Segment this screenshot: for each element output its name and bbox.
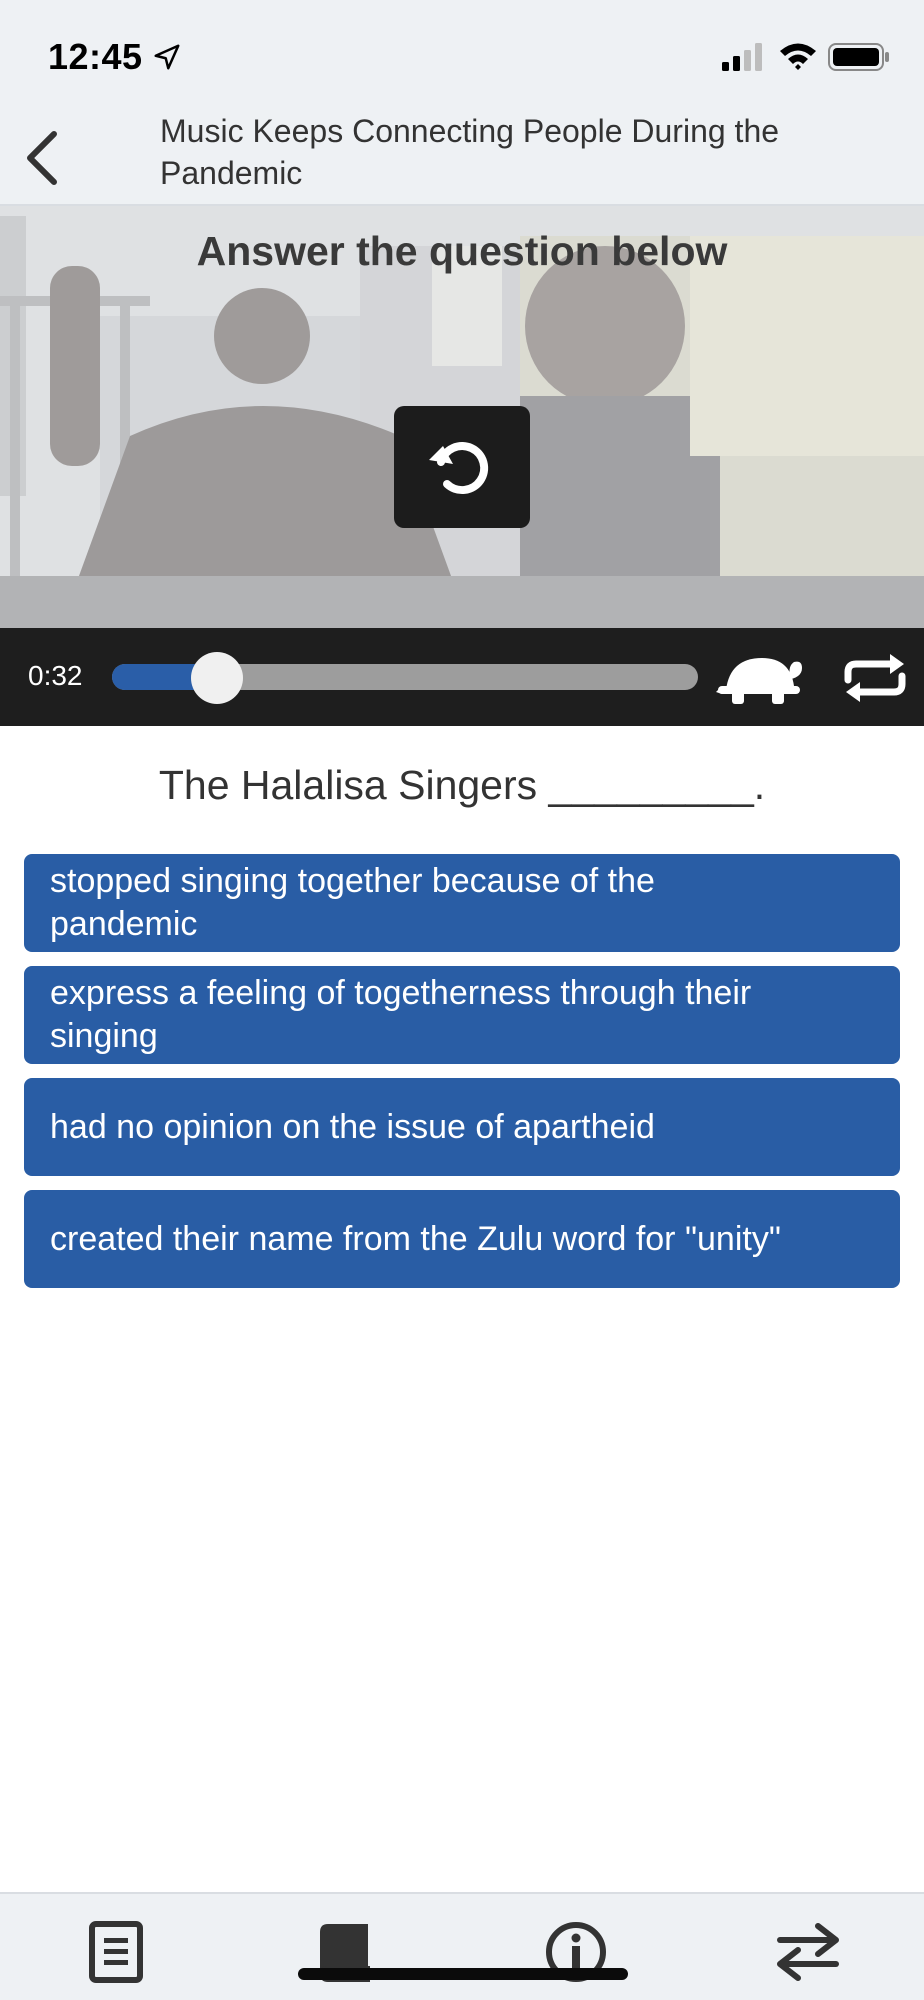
wifi-icon	[780, 43, 816, 70]
status-time: 12:45	[48, 36, 143, 77]
player-controls: 0:32	[0, 628, 924, 726]
answer-option-label: had no opinion on the issue of apartheid	[50, 1107, 655, 1146]
video-frame: Answer the question below	[0, 206, 924, 628]
answer-option-label: express a feeling of togetherness throug…	[50, 974, 752, 1055]
answer-option[interactable]: stopped singing together because of the …	[24, 854, 900, 952]
bottom-tab-bar	[0, 1892, 924, 2000]
answer-options: stopped singing together because of the …	[24, 854, 900, 1302]
swap-icon	[777, 1923, 839, 1981]
replay-button[interactable]	[394, 406, 530, 528]
status-bar: 12:45	[0, 0, 924, 110]
tab-transcript[interactable]	[80, 1916, 152, 1988]
playback-time: 0:32	[28, 660, 83, 691]
slow-speed-button[interactable]	[716, 650, 806, 706]
turtle-icon	[716, 658, 802, 704]
question-prompt: Answer the question below	[196, 228, 728, 274]
answer-option[interactable]: express a feeling of togetherness throug…	[24, 966, 900, 1064]
home-indicator	[298, 1968, 628, 1980]
replay-icon	[429, 442, 489, 494]
cellular-signal-icon	[722, 43, 762, 71]
location-arrow-icon	[154, 44, 180, 70]
battery-icon	[828, 43, 889, 71]
lesson-title: Music Keeps Connecting People During the…	[160, 113, 780, 191]
document-icon	[89, 1921, 143, 1983]
answer-option-label: created their name from the Zulu word fo…	[50, 1219, 781, 1258]
answer-option-label: stopped singing together because of the …	[50, 862, 655, 943]
question-text: The Halalisa Singers _________.	[158, 762, 766, 808]
answer-option[interactable]: created their name from the Zulu word fo…	[24, 1190, 900, 1288]
progress-knob[interactable]	[191, 652, 244, 704]
header: Music Keeps Connecting People During the…	[0, 110, 924, 206]
back-button[interactable]	[12, 118, 72, 198]
answer-option[interactable]: had no opinion on the issue of apartheid	[24, 1078, 900, 1176]
tab-switch[interactable]	[772, 1916, 844, 1988]
repeat-button[interactable]	[838, 650, 912, 706]
chevron-left-icon	[27, 131, 57, 185]
repeat-icon	[844, 654, 906, 702]
